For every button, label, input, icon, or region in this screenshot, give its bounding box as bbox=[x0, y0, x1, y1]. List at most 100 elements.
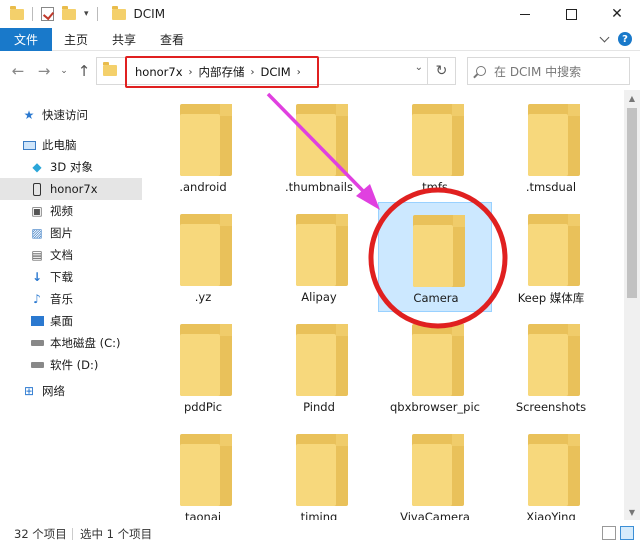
large-icons-view-icon[interactable] bbox=[620, 526, 634, 540]
folder-item[interactable]: .android bbox=[146, 92, 260, 202]
folder-icon bbox=[180, 324, 232, 396]
status-bar: 32 个项目 选中 1 个项目 bbox=[0, 522, 640, 545]
sidebar-item-network[interactable]: ⊞ 网络 bbox=[0, 380, 142, 402]
folder-item[interactable]: pddPic bbox=[146, 312, 260, 422]
folder-name: qbxbrowser_pic bbox=[390, 400, 480, 414]
address-bar[interactable]: honor7x › 内部存储 › DCIM › ⌄ ↻ bbox=[96, 56, 456, 88]
sidebar-item-label: 本地磁盘 (C:) bbox=[50, 336, 121, 350]
tab-share[interactable]: 共享 bbox=[100, 28, 148, 51]
folder-item[interactable]: Alipay bbox=[262, 202, 376, 312]
3d-objects-icon: ◆ bbox=[32, 160, 42, 174]
folder-icon bbox=[180, 434, 232, 506]
file-explorer-window: ▾ DCIM ✕ 文件 主页 共享 查看 ? ← → ⌄ ↑ honor7x ›… bbox=[0, 0, 640, 545]
ribbon: 文件 主页 共享 查看 ? bbox=[0, 27, 640, 51]
sidebar-item-label: honor7x bbox=[50, 182, 98, 196]
sidebar-item-desktop[interactable]: 桌面 bbox=[0, 310, 142, 332]
folder-name: .thumbnails bbox=[285, 180, 353, 194]
folder-item[interactable]: VivaCamera bbox=[378, 422, 492, 520]
folder-name: XiaoYing bbox=[526, 510, 576, 520]
folder-item[interactable]: qbxbrowser_pic bbox=[378, 312, 492, 422]
folder-item[interactable]: taonai bbox=[146, 422, 260, 520]
folder-icon bbox=[412, 104, 464, 176]
sidebar-item-label: 3D 对象 bbox=[50, 160, 93, 174]
folder-name: timing bbox=[300, 510, 338, 520]
folder-icon bbox=[528, 324, 580, 396]
folder-item[interactable]: .thumbnails bbox=[262, 92, 376, 202]
address-dropdown-icon[interactable]: ⌄ bbox=[415, 62, 423, 73]
folder-name: VivaCamera bbox=[400, 510, 470, 520]
sidebar-item-music[interactable]: ♪ 音乐 bbox=[0, 288, 142, 310]
star-icon: ★ bbox=[23, 108, 35, 122]
tab-home[interactable]: 主页 bbox=[52, 28, 100, 51]
folder-name: .yz bbox=[194, 290, 212, 304]
sidebar-item-quick-access[interactable]: ★ 快速访问 bbox=[0, 104, 142, 126]
breadcrumb-item-internal-storage[interactable]: 内部存储 bbox=[199, 64, 245, 80]
vertical-scrollbar[interactable]: ▲ ▼ bbox=[624, 90, 640, 520]
selection-count: 选中 1 个项目 bbox=[80, 526, 153, 541]
folder-item[interactable]: .yz bbox=[146, 202, 260, 312]
folder-icon[interactable] bbox=[10, 5, 24, 20]
folder-item[interactable]: Pindd bbox=[262, 312, 376, 422]
tab-file[interactable]: 文件 bbox=[0, 27, 52, 51]
folder-name: Pindd bbox=[303, 400, 335, 414]
folder-icon bbox=[412, 434, 464, 506]
folder-icon bbox=[528, 214, 580, 286]
sidebar-item-label: 下载 bbox=[50, 270, 73, 284]
scroll-thumb[interactable] bbox=[627, 108, 637, 298]
folder-item[interactable]: XiaoYing bbox=[494, 422, 608, 520]
scroll-up-icon[interactable]: ▲ bbox=[624, 90, 640, 106]
maximize-button[interactable] bbox=[548, 0, 594, 28]
sidebar-item-drive-c[interactable]: 本地磁盘 (C:) bbox=[0, 332, 142, 354]
folder-name: tmfs bbox=[422, 180, 448, 194]
chevron-right-icon[interactable]: › bbox=[297, 67, 301, 78]
sidebar-item-pictures[interactable]: ▨ 图片 bbox=[0, 222, 142, 244]
sidebar-item-label: 文档 bbox=[50, 248, 73, 262]
folder-item[interactable]: tmfs bbox=[378, 92, 492, 202]
details-view-icon[interactable] bbox=[602, 526, 616, 540]
documents-icon: ▤ bbox=[31, 248, 43, 262]
up-button[interactable]: ↑ bbox=[72, 59, 96, 83]
divider bbox=[32, 7, 33, 21]
breadcrumb-item-dcim[interactable]: DCIM bbox=[261, 65, 291, 79]
properties-icon[interactable] bbox=[41, 7, 54, 21]
search-input[interactable]: 在 DCIM 中搜索 bbox=[467, 57, 630, 85]
divider bbox=[72, 528, 73, 540]
folder-item[interactable]: .tmsdual bbox=[494, 92, 608, 202]
sidebar-item-3d-objects[interactable]: ◆ 3D 对象 bbox=[0, 156, 142, 178]
new-folder-icon[interactable] bbox=[62, 5, 76, 20]
chevron-right-icon[interactable]: › bbox=[189, 67, 193, 78]
folder-icon bbox=[180, 214, 232, 286]
folder-item[interactable]: Screenshots bbox=[494, 312, 608, 422]
sidebar-item-honor7x[interactable]: honor7x bbox=[0, 178, 142, 200]
folder-item[interactable]: timing bbox=[262, 422, 376, 520]
sidebar-item-downloads[interactable]: ↓ 下载 bbox=[0, 266, 142, 288]
sidebar-item-drive-d[interactable]: 软件 (D:) bbox=[0, 354, 142, 376]
search-icon bbox=[476, 66, 486, 76]
help-icon[interactable]: ? bbox=[618, 32, 632, 46]
breadcrumb-item-honor7x[interactable]: honor7x bbox=[135, 65, 183, 79]
sidebar-item-documents[interactable]: ▤ 文档 bbox=[0, 244, 142, 266]
title-bar: ▾ DCIM ✕ bbox=[0, 0, 640, 28]
sidebar-item-this-pc[interactable]: 此电脑 bbox=[0, 134, 142, 156]
view-switcher bbox=[602, 526, 634, 540]
sidebar-item-label: 图片 bbox=[50, 226, 73, 240]
music-icon: ♪ bbox=[33, 292, 41, 306]
folder-name: pddPic bbox=[183, 400, 223, 414]
folder-item-camera[interactable]: Camera bbox=[378, 202, 492, 312]
navigation-bar: ← → ⌄ ↑ honor7x › 内部存储 › DCIM › ⌄ ↻ 在 DC… bbox=[0, 52, 640, 90]
customize-toolbar-icon[interactable]: ▾ bbox=[84, 9, 89, 19]
sidebar-item-label: 此电脑 bbox=[42, 138, 77, 152]
expand-ribbon-icon[interactable] bbox=[599, 32, 610, 43]
window-title: DCIM bbox=[133, 7, 166, 21]
tab-view[interactable]: 查看 bbox=[148, 28, 196, 51]
refresh-button[interactable]: ↻ bbox=[427, 58, 455, 84]
back-button[interactable]: ← bbox=[6, 59, 30, 83]
minimize-button[interactable] bbox=[502, 0, 548, 28]
chevron-right-icon[interactable]: › bbox=[251, 67, 255, 78]
folder-item[interactable]: Keep 媒体库 bbox=[494, 202, 608, 312]
scroll-down-icon[interactable]: ▼ bbox=[624, 504, 640, 520]
close-button[interactable]: ✕ bbox=[594, 0, 640, 28]
network-icon: ⊞ bbox=[23, 384, 35, 398]
folder-icon bbox=[528, 434, 580, 506]
sidebar-item-videos[interactable]: ▣ 视频 bbox=[0, 200, 142, 222]
